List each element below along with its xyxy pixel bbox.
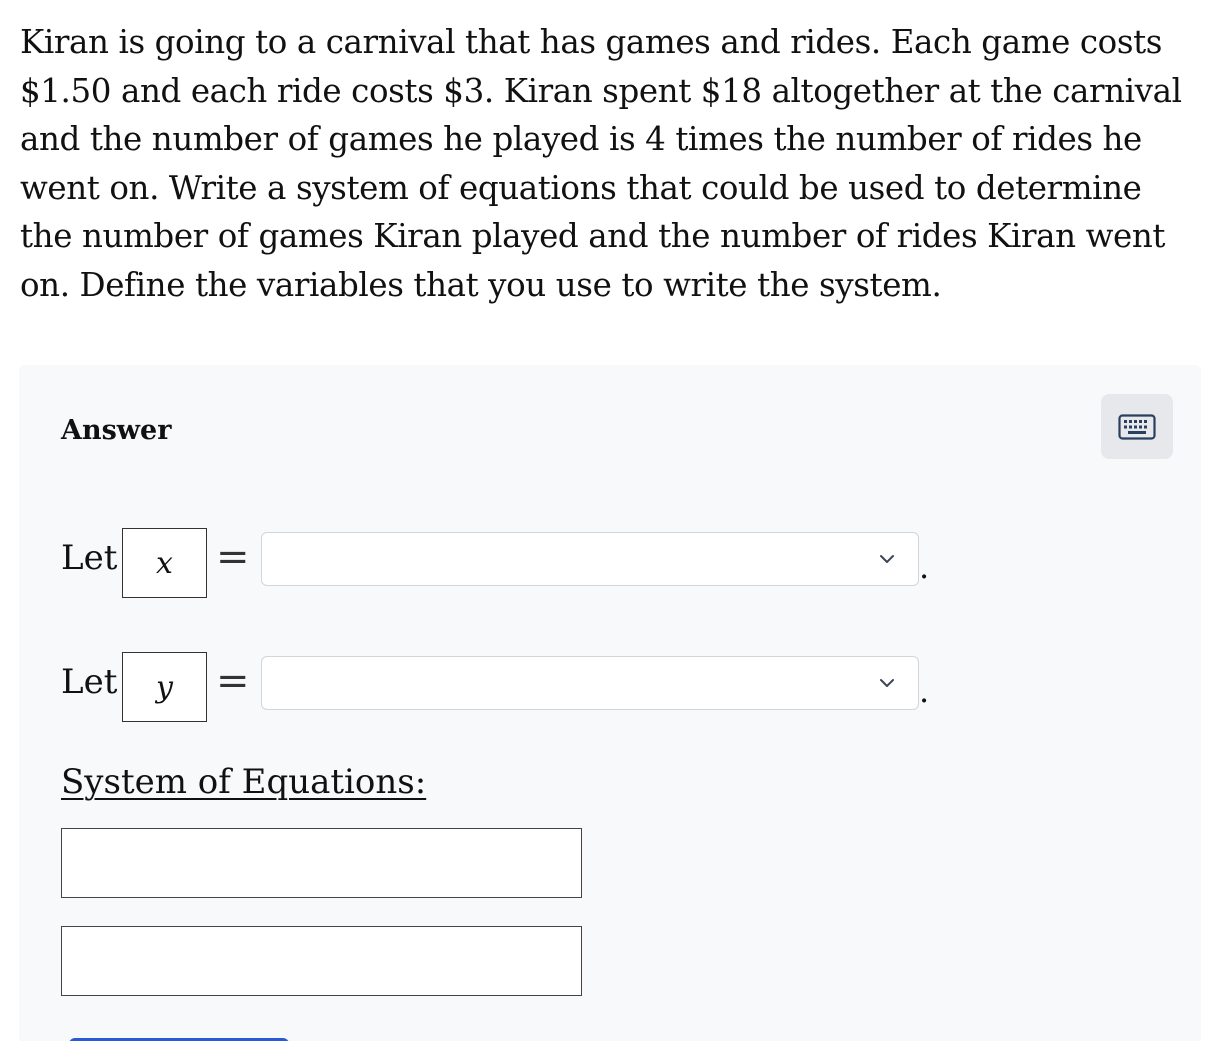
equation-input-2[interactable] [61, 926, 582, 996]
let-label: Let [61, 662, 118, 702]
keyboard-toggle-button[interactable] [1101, 394, 1173, 459]
chevron-down-icon [880, 679, 894, 687]
system-of-equations-label: System of Equations: [61, 762, 427, 802]
let-label: Let [61, 538, 118, 578]
chevron-down-icon [880, 555, 894, 563]
equals-sign: = [216, 534, 250, 580]
period: . [919, 672, 930, 710]
definition-dropdown-x[interactable] [261, 532, 919, 586]
keyboard-icon [1118, 413, 1156, 440]
question-text: Kiran is going to a carnival that has ga… [20, 23, 1182, 304]
answer-label: Answer [61, 415, 172, 446]
equals-sign: = [216, 658, 250, 704]
answer-panel: Answer Let x = . Let y = . System of Equ… [19, 365, 1201, 1041]
equation-input-1[interactable] [61, 828, 582, 898]
period: . [919, 548, 930, 586]
variable-box-y: y [122, 652, 207, 722]
definition-dropdown-y[interactable] [261, 656, 919, 710]
variable-box-x: x [122, 528, 207, 598]
